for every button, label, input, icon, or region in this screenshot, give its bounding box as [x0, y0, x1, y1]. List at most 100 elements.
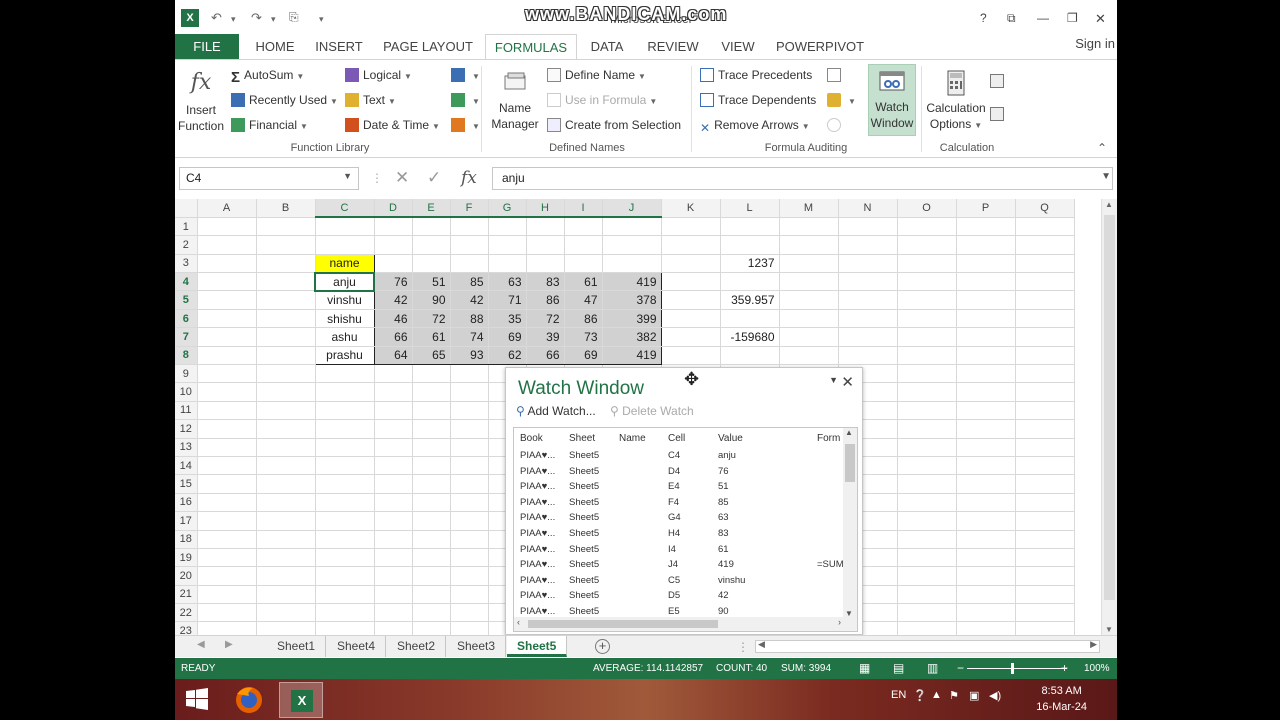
cell[interactable]: 47	[564, 290, 603, 310]
cell[interactable]	[897, 493, 957, 513]
next-sheet-icon[interactable]: ▶	[225, 639, 233, 650]
cell[interactable]	[779, 346, 839, 366]
cell[interactable]: 85	[450, 272, 489, 292]
row-header[interactable]: 12	[175, 419, 198, 439]
cell[interactable]	[450, 382, 489, 402]
cell[interactable]: 63	[488, 272, 527, 292]
watch-header-cell[interactable]: Cell	[668, 433, 685, 444]
cell[interactable]	[488, 217, 527, 237]
cell[interactable]	[315, 217, 375, 237]
cell[interactable]	[779, 327, 839, 347]
cell[interactable]: anju	[314, 271, 375, 292]
cell[interactable]: 65	[412, 346, 451, 366]
prev-sheet-icon[interactable]: ◀	[197, 639, 205, 650]
status-sum[interactable]: SUM: 3994	[781, 658, 831, 679]
cell[interactable]	[838, 254, 898, 274]
cell[interactable]	[315, 456, 375, 476]
cell[interactable]: 74	[450, 327, 489, 347]
watch-header-value[interactable]: Value	[718, 433, 743, 444]
cell[interactable]	[897, 290, 957, 310]
row-header[interactable]: 22	[175, 603, 198, 623]
cell[interactable]	[412, 419, 451, 439]
cell[interactable]	[450, 603, 489, 623]
calculate-sheet-button[interactable]	[990, 107, 1008, 121]
scroll-left-icon[interactable]: ‹	[517, 617, 520, 627]
cell[interactable]	[315, 530, 375, 549]
select-all-corner[interactable]	[175, 199, 198, 218]
cell[interactable]: 61	[412, 327, 451, 347]
cell[interactable]: 83	[526, 272, 565, 292]
cell[interactable]	[956, 438, 1016, 457]
cell[interactable]	[450, 364, 489, 384]
cell[interactable]	[374, 401, 413, 421]
cell[interactable]	[897, 364, 957, 384]
cell[interactable]	[1015, 382, 1075, 402]
cell[interactable]	[197, 290, 257, 310]
cell[interactable]	[1015, 364, 1075, 384]
cell[interactable]	[526, 217, 565, 237]
cell[interactable]	[256, 327, 316, 347]
cell[interactable]	[197, 585, 257, 605]
cell[interactable]	[602, 217, 662, 237]
watch-window-button[interactable]: Watch Window	[868, 64, 916, 136]
collapse-ribbon-button[interactable]: ⌃	[1097, 141, 1107, 155]
cell[interactable]	[897, 621, 957, 635]
row-header[interactable]: 21	[175, 585, 198, 605]
cell[interactable]	[897, 272, 957, 292]
watch-row[interactable]: PIAA♥... Sheet5 E4 51	[514, 479, 844, 495]
sign-in-link[interactable]: Sign in	[1075, 36, 1115, 51]
redo-button[interactable]: ↷	[251, 10, 262, 26]
watch-row[interactable]: PIAA♥... Sheet5 F4 85	[514, 495, 844, 511]
cell[interactable]	[374, 493, 413, 513]
cell[interactable]	[956, 290, 1016, 310]
cell[interactable]	[256, 272, 316, 292]
cell[interactable]	[956, 217, 1016, 237]
cell[interactable]: 64	[374, 346, 413, 366]
cell[interactable]	[374, 235, 413, 255]
cell[interactable]	[315, 621, 375, 635]
cell[interactable]	[956, 474, 1016, 494]
cell[interactable]	[197, 548, 257, 568]
tab-splitter-icon[interactable]: ⋮	[737, 640, 749, 654]
volume-icon[interactable]: ◀)	[989, 689, 1001, 702]
cell[interactable]: 72	[412, 309, 451, 329]
column-header[interactable]: C	[315, 199, 375, 219]
row-header[interactable]: 8	[175, 346, 198, 366]
cell[interactable]: 76	[374, 272, 413, 292]
cell[interactable]	[412, 603, 451, 623]
autosum-button[interactable]: Σ AutoSum ▼	[231, 68, 304, 86]
network-icon[interactable]: ▣	[969, 689, 979, 702]
cell[interactable]	[1015, 235, 1075, 255]
cell[interactable]	[1015, 327, 1075, 347]
row-header[interactable]: 19	[175, 548, 198, 568]
cell[interactable]	[779, 235, 839, 255]
page-layout-view-icon[interactable]: ▤	[893, 658, 904, 679]
pane-options-icon[interactable]: ▼	[829, 375, 838, 385]
watch-vertical-scrollbar[interactable]: ▲ ▼	[843, 428, 857, 618]
cell[interactable]	[779, 217, 839, 237]
cell[interactable]	[897, 254, 957, 274]
cell[interactable]: 419	[602, 272, 662, 292]
cell[interactable]	[450, 566, 489, 586]
column-header[interactable]: B	[256, 199, 316, 218]
cell[interactable]	[256, 493, 316, 513]
column-header[interactable]: E	[412, 199, 451, 219]
cell[interactable]	[256, 511, 316, 531]
cell[interactable]	[897, 585, 957, 605]
cell[interactable]	[661, 272, 721, 292]
help-tray-icon[interactable]: ❔	[913, 689, 927, 702]
cell[interactable]	[956, 272, 1016, 292]
cell[interactable]	[956, 382, 1016, 402]
cell[interactable]	[256, 456, 316, 476]
cell[interactable]	[450, 530, 489, 549]
tab-page-layout[interactable]: PAGE LAYOUT	[379, 34, 477, 60]
zoom-level[interactable]: 100%	[1084, 658, 1110, 679]
sheet-tab-sheet1[interactable]: Sheet1	[267, 636, 327, 657]
cell[interactable]: -159680	[720, 327, 780, 347]
cell[interactable]	[197, 493, 257, 513]
cell[interactable]	[374, 585, 413, 605]
watch-header-book[interactable]: Book	[520, 433, 543, 444]
column-header[interactable]: D	[374, 199, 413, 219]
undo-button[interactable]: ↶	[211, 10, 222, 26]
error-checking-button[interactable]: ▼	[827, 93, 856, 107]
